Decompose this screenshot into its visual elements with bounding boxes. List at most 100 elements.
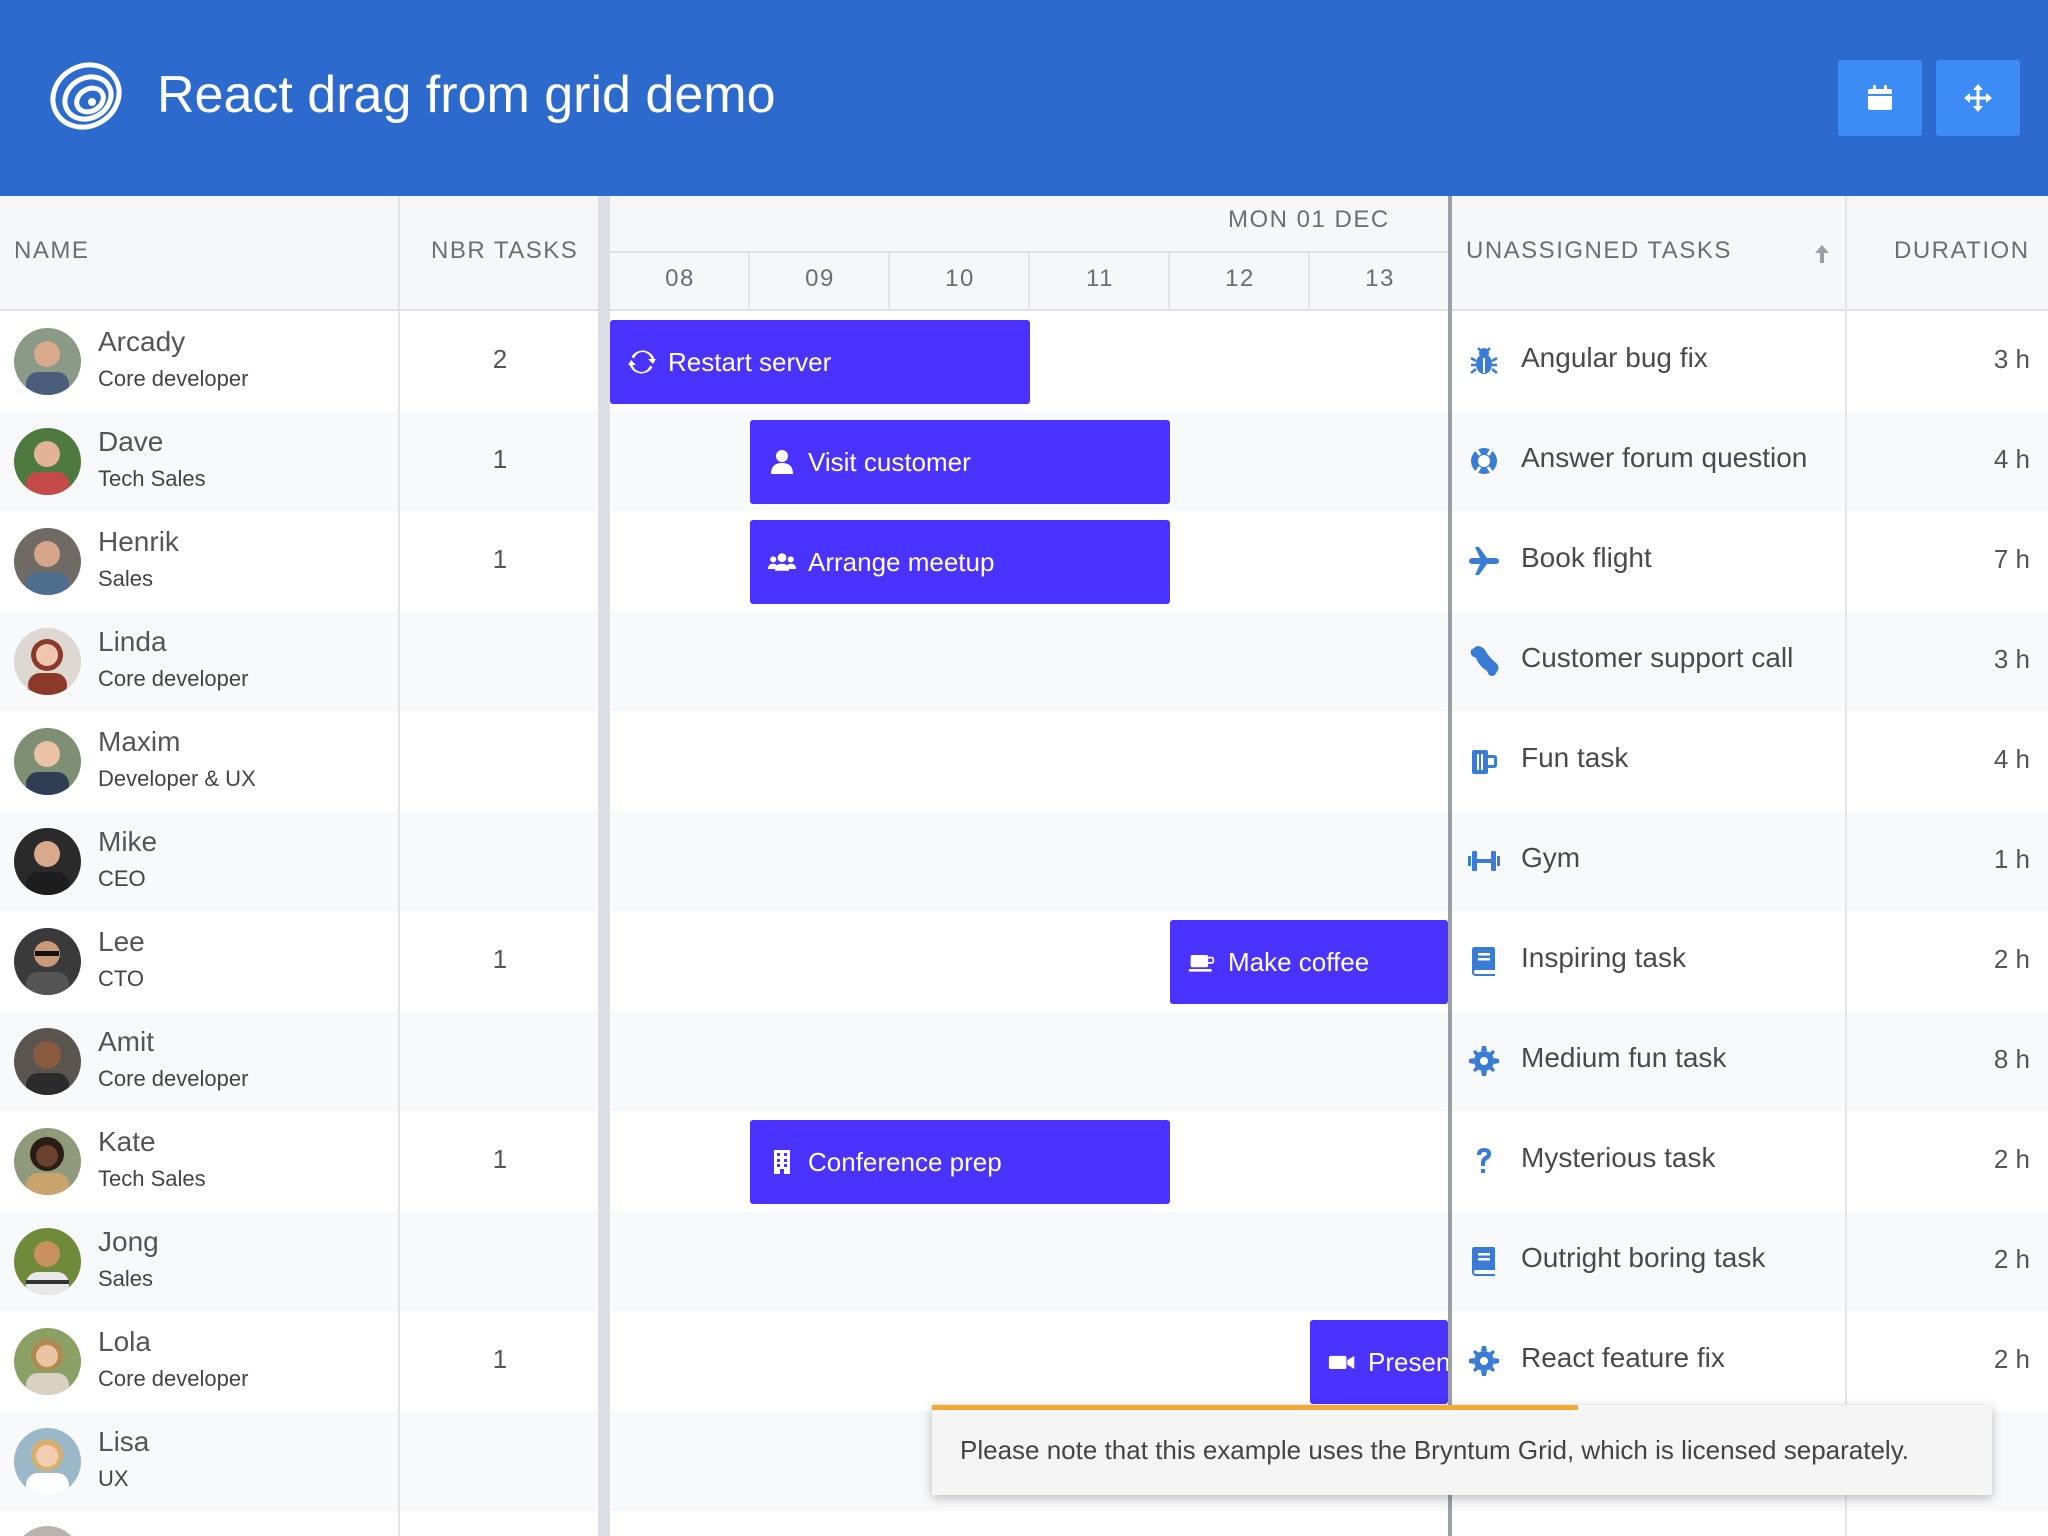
- column-header-unassigned[interactable]: UNASSIGNED TASKS: [1466, 237, 1732, 265]
- resource-role: Core developer: [98, 666, 249, 691]
- avatar: [14, 828, 81, 895]
- avatar: [14, 1328, 81, 1395]
- hour-header: 09: [805, 265, 835, 292]
- resource-row[interactable]: [0, 1011, 2048, 1111]
- task-duration: 4 h: [1993, 444, 2030, 474]
- avatar: [14, 1228, 81, 1295]
- hour-divider: [1308, 253, 1310, 311]
- column-header-duration[interactable]: DURATION: [1894, 237, 2030, 265]
- resource-row[interactable]: [0, 1511, 2048, 1536]
- event-label: Conference prep: [808, 1146, 1002, 1177]
- resource-name: Maxim: [98, 726, 181, 757]
- calendar-button[interactable]: [1838, 60, 1922, 136]
- resource-name: Lisa: [98, 1426, 150, 1457]
- task-name[interactable]: Medium fun task: [1521, 1042, 1726, 1074]
- task-name[interactable]: Inspiring task: [1521, 942, 1686, 974]
- event-bar[interactable]: Arrange meetup: [750, 520, 1170, 604]
- task-duration: 7 h: [1993, 544, 2030, 574]
- avatar: [14, 1028, 81, 1095]
- arrow-up-icon[interactable]: [1810, 242, 1834, 266]
- task-count: 1: [492, 1144, 508, 1174]
- user-icon: [771, 450, 793, 474]
- hour-header: 12: [1225, 265, 1255, 292]
- users-icon: [768, 553, 796, 571]
- avatar: [14, 428, 81, 495]
- task-name[interactable]: Fun task: [1521, 742, 1628, 774]
- column-divider: [1845, 196, 1847, 1536]
- event-bar[interactable]: Make coffee: [1170, 920, 1448, 1004]
- event-label: Visit customer: [808, 446, 971, 477]
- resource-role: Developer & UX: [98, 766, 256, 791]
- task-name[interactable]: Book flight: [1521, 542, 1652, 574]
- resource-name: Linda: [98, 626, 167, 657]
- task-name[interactable]: Customer support call: [1521, 642, 1793, 674]
- task-count: 1: [492, 1344, 508, 1374]
- resource-name: Mike: [98, 826, 158, 857]
- grid-splitter[interactable]: [598, 196, 610, 1536]
- timeline-date-header: MON 01 DEC: [1228, 206, 1390, 233]
- resource-role: Core developer: [98, 1066, 249, 1091]
- task-duration: 2 h: [1993, 1244, 2030, 1274]
- avatar: [14, 528, 81, 595]
- resource-name: Arcady: [98, 326, 186, 357]
- task-name[interactable]: Gym: [1521, 842, 1580, 874]
- resource-row[interactable]: [0, 711, 2048, 811]
- hour-divider: [1028, 253, 1030, 311]
- event-label: Restart server: [668, 346, 832, 377]
- resource-name: Jong: [98, 1226, 159, 1257]
- coffee-icon: [1188, 955, 1215, 972]
- column-header-tasks[interactable]: NBR TASKS: [431, 237, 578, 265]
- resource-name: Lee: [98, 926, 145, 957]
- refresh-icon: [628, 350, 656, 374]
- scheduler-grid-splitter[interactable]: [1448, 196, 1452, 1536]
- license-toast[interactable]: Please note that this example uses the B…: [932, 1405, 1992, 1495]
- avatar: [14, 1128, 81, 1195]
- drag-mode-button[interactable]: [1936, 60, 2020, 136]
- task-name[interactable]: React feature fix: [1521, 1342, 1725, 1374]
- resource-role: CEO: [98, 866, 146, 891]
- event-bar[interactable]: Presen: [1310, 1320, 1448, 1404]
- resource-role: Tech Sales: [98, 1166, 206, 1191]
- task-count: 1: [492, 444, 508, 474]
- phone-icon: [1467, 644, 1501, 678]
- building-icon: [774, 1150, 790, 1174]
- question-icon: [1467, 1144, 1501, 1178]
- resource-role: Sales: [98, 566, 154, 591]
- resource-row[interactable]: [0, 811, 2048, 911]
- bryntum-logo: [50, 62, 122, 130]
- task-name[interactable]: Answer forum question: [1521, 442, 1807, 474]
- beer-icon: [1467, 744, 1501, 778]
- task-name[interactable]: Outright boring task: [1521, 1242, 1765, 1274]
- event-bar[interactable]: Visit customer: [750, 420, 1170, 504]
- hour-divider: [1168, 253, 1170, 311]
- resource-name: Kate: [98, 1126, 156, 1157]
- hour-header: 10: [945, 265, 975, 292]
- book-icon: [1467, 1244, 1501, 1278]
- task-duration: 4 h: [1993, 744, 2030, 774]
- resource-name: Amit: [98, 1026, 154, 1057]
- column-divider: [398, 196, 400, 1536]
- avatar: [14, 1428, 81, 1495]
- task-name[interactable]: Angular bug fix: [1521, 342, 1708, 374]
- video-icon: [1328, 1355, 1355, 1369]
- avatar: [14, 628, 81, 695]
- calendar-icon: [1868, 85, 1892, 110]
- task-duration: 2 h: [1993, 944, 2030, 974]
- event-bar[interactable]: Restart server: [610, 320, 1030, 404]
- task-duration: 3 h: [1993, 644, 2030, 674]
- task-name[interactable]: Mysterious task: [1521, 1142, 1716, 1174]
- resource-role: Sales: [98, 1266, 154, 1291]
- toast-message: Please note that this example uses the B…: [960, 1435, 1909, 1465]
- event-label: Presen: [1368, 1346, 1448, 1377]
- event-bar[interactable]: Conference prep: [750, 1120, 1170, 1204]
- resource-name: Dave: [98, 426, 164, 457]
- resource-row[interactable]: [0, 911, 2048, 1011]
- move-icon: [1964, 84, 1992, 112]
- task-count: 1: [492, 544, 508, 574]
- resource-role: Core developer: [98, 1366, 249, 1391]
- plane-icon: [1467, 544, 1501, 578]
- column-header-name[interactable]: NAME: [14, 237, 89, 265]
- task-duration: 1 h: [1993, 844, 2030, 874]
- app-header: React drag from grid demo: [0, 0, 2048, 196]
- resource-row[interactable]: [0, 1311, 2048, 1411]
